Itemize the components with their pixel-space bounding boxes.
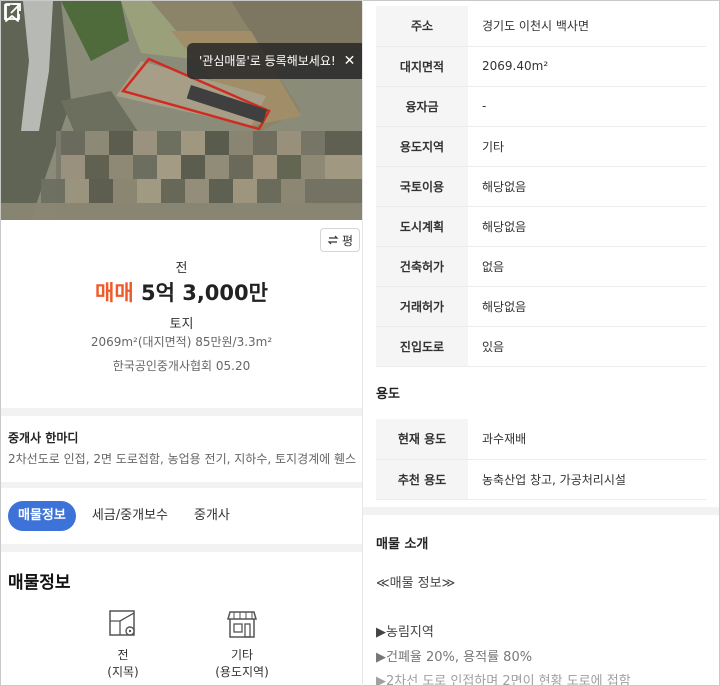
section-divider [1, 408, 362, 416]
usage-title: 용도 [376, 387, 400, 402]
intro-line: ≪매물 정보≫ [376, 576, 456, 591]
intro-line: ▶건폐율 20%, 용적률 80% [376, 650, 533, 665]
spec-value: 해당없음 [468, 166, 706, 207]
table-row: 대지면적 2069.40m² [376, 46, 706, 87]
favorite-tooltip: '관심매물'로 등록해보세요! ✕ [187, 43, 362, 79]
spec-value: 해당없음 [468, 206, 706, 247]
tooltip-text: '관심매물'로 등록해보세요! [199, 54, 336, 68]
table-row: 융자금 - [376, 86, 706, 127]
tab-agent[interactable]: 중개사 [184, 501, 240, 531]
unit-toggle-button[interactable]: 평 [320, 228, 360, 252]
section-divider [1, 544, 362, 552]
spec-key: 주소 [376, 6, 468, 47]
map-pin-icon [109, 610, 135, 636]
detail-tabs: 매물정보 세금/중개보수 중개사 [8, 501, 240, 531]
deal-type: 매매 [95, 281, 134, 305]
section-divider [363, 507, 719, 515]
table-row: 도시계획 해당없음 [376, 206, 706, 247]
table-row: 주소 경기도 이천시 백사면 [376, 6, 706, 47]
table-row: 건축허가 없음 [376, 246, 706, 287]
intro-line: ▶2차선 도로 인접하며 2면이 현황 도로에 접함 [376, 674, 631, 685]
area-info: 2069m²(대지면적) 85만원/3.3m² [90, 335, 273, 349]
spec-value: 경기도 이천시 백사면 [468, 6, 706, 47]
section-divider [1, 482, 362, 488]
table-row: 거래허가 해당없음 [376, 286, 706, 327]
tab-listing-info[interactable]: 매물정보 [8, 501, 76, 531]
property-photo[interactable]: '관심매물'로 등록해보세요! ✕ [1, 1, 362, 220]
spec-key: 융자금 [376, 86, 468, 127]
unit-toggle-label: 평 [341, 233, 354, 248]
listing-info-title: 매물정보 [8, 573, 71, 593]
usage-key: 추천 용도 [376, 459, 468, 500]
spec-table: 주소 경기도 이천시 백사면 대지면적 2069.40m² 융자금 - 용도지역 기타 … [376, 6, 706, 367]
table-row: 현재 용도 과수재배 [376, 419, 706, 460]
spec-key: 거래허가 [376, 286, 468, 327]
store-icon [227, 611, 257, 638]
usage-value: 과수재배 [468, 419, 706, 460]
info-value: 기타 [230, 648, 254, 662]
property-type: 토지 [169, 317, 194, 332]
agency-info: 한국공인중개사협회 05.20 [112, 359, 251, 373]
spec-key: 대지면적 [376, 46, 468, 87]
spec-key: 도시계획 [376, 206, 468, 247]
agent-comment-title: 중개사 한마디 [8, 431, 79, 445]
spec-value: 해당없음 [468, 286, 706, 327]
agent-comment-text: 2차선도로 인접, 2면 도로접함, 농업용 전기, 지하수, 토지경계에 휀스 [8, 452, 357, 466]
spec-key: 건축허가 [376, 246, 468, 287]
spec-value: 있음 [468, 326, 706, 367]
info-item-zoning: 기타 (용도지역) [207, 609, 277, 681]
intro-line: ▶농림지역 [376, 625, 434, 640]
tab-tax-fee[interactable]: 세금/중개보수 [82, 501, 178, 531]
table-row: 용도지역 기타 [376, 126, 706, 167]
swap-icon [327, 235, 339, 245]
info-value: 전 [117, 648, 129, 662]
spec-key: 국토이용 [376, 166, 468, 207]
spec-value: 2069.40m² [468, 46, 706, 87]
info-item-land-category: 전 (지목) [88, 609, 158, 681]
price: 5억 3,000만 [140, 281, 268, 305]
usage-value: 농축산업 창고, 가공처리시설 [468, 459, 706, 500]
intro-title: 매물 소개 [376, 537, 429, 552]
price-line: 매매 5억 3,000만 [1, 277, 362, 307]
spec-value: - [468, 86, 706, 127]
land-category: 전 [175, 261, 188, 276]
table-row: 국토이용 해당없음 [376, 166, 706, 207]
spec-value: 기타 [468, 126, 706, 167]
close-icon[interactable]: ✕ [344, 43, 356, 79]
spec-key: 용도지역 [376, 126, 468, 167]
table-row: 추천 용도 농축산업 창고, 가공처리시설 [376, 459, 706, 500]
spec-key: 진입도로 [376, 326, 468, 367]
listing-summary-panel: '관심매물'로 등록해보세요! ✕ 평 전 매매 5억 3,000만 토지 20… [1, 1, 362, 685]
spec-value: 없음 [468, 246, 706, 287]
info-caption: (용도지역) [215, 665, 269, 679]
table-row: 진입도로 있음 [376, 326, 706, 367]
bookmark-icon[interactable] [1, 1, 23, 23]
listing-detail-panel: 주소 경기도 이천시 백사면 대지면적 2069.40m² 융자금 - 용도지역 기타 … [363, 1, 719, 685]
aerial-image [1, 1, 362, 220]
usage-table: 현재 용도 과수재배 추천 용도 농축산업 창고, 가공처리시설 [376, 419, 706, 500]
info-caption: (지목) [107, 665, 139, 679]
usage-key: 현재 용도 [376, 419, 468, 460]
